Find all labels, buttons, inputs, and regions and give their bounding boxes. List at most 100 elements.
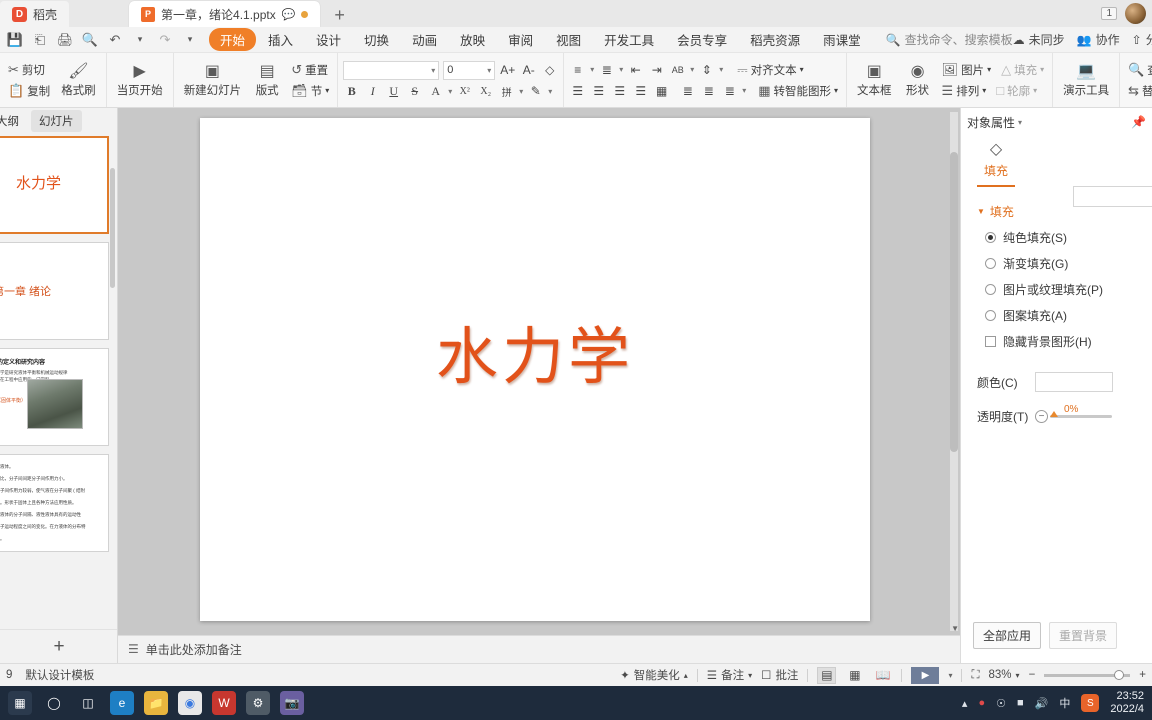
- comment-icon[interactable]: 💬: [282, 8, 296, 21]
- numbering-style-icon[interactable]: ≣: [721, 82, 738, 99]
- canvas-scroll-down-icon[interactable]: ▼: [951, 624, 959, 633]
- option-solid-fill[interactable]: 纯色填充(S): [985, 229, 1152, 246]
- shrink-font-button[interactable]: A-: [520, 62, 537, 79]
- list-level-up-icon[interactable]: ≣: [679, 82, 696, 99]
- file-explorer-icon[interactable]: 📁: [144, 691, 168, 715]
- clear-format-icon[interactable]: ◇: [541, 62, 558, 79]
- strikethrough-button[interactable]: S: [406, 83, 423, 100]
- search-icon[interactable]: ◯: [42, 691, 66, 715]
- current-slide[interactable]: 水力学: [200, 118, 870, 621]
- zoom-out-button[interactable]: −: [1029, 669, 1036, 681]
- usb-icon[interactable]: ☉: [996, 697, 1006, 710]
- slide-title-text[interactable]: 水力学: [200, 306, 870, 396]
- chevron-down-icon[interactable]: ▾: [690, 65, 694, 74]
- ribbon-tab-review[interactable]: 审阅: [497, 28, 544, 51]
- slide-canvas[interactable]: 水力学 ▲ ▼: [118, 108, 960, 635]
- decrease-transparency-icon[interactable]: −: [1035, 410, 1048, 423]
- decrease-indent-icon[interactable]: ⇤: [627, 61, 644, 78]
- list-level-down-icon[interactable]: ≣: [700, 82, 717, 99]
- fill-preset-box[interactable]: [1073, 186, 1152, 207]
- ribbon-tab-design[interactable]: 设计: [305, 28, 352, 51]
- slide-thumbnail-1[interactable]: 水力学: [0, 136, 109, 234]
- increase-indent-icon[interactable]: ⇥: [648, 61, 665, 78]
- new-tab-button[interactable]: +: [320, 3, 359, 27]
- font-color-button[interactable]: A: [427, 83, 444, 100]
- panel-tab-fill[interactable]: ◇ 填充: [977, 139, 1015, 187]
- ribbon-tab-member[interactable]: 会员专享: [666, 28, 738, 51]
- command-search[interactable]: 🔍 查找命令、搜索模板: [886, 31, 1013, 48]
- transparency-handle[interactable]: [1050, 411, 1058, 417]
- text-direction-button[interactable]: AB: [669, 61, 686, 78]
- volume-icon[interactable]: 🔊: [1035, 697, 1049, 710]
- underline-button[interactable]: U: [385, 83, 402, 100]
- zoom-slider[interactable]: [1044, 669, 1131, 680]
- align-text-button[interactable]: ⎓ 对齐文本 ▾: [734, 61, 806, 79]
- section-button[interactable]: 🗃 节 ▾: [288, 82, 332, 100]
- beautify-button[interactable]: ✦ 智能美化 ▴: [620, 667, 688, 683]
- normal-view-icon[interactable]: ▤: [817, 666, 837, 684]
- taskbar-clock[interactable]: 23:52 2022/4: [1110, 690, 1144, 716]
- picture-button[interactable]: 🖼 图片 ▾: [939, 61, 995, 79]
- task-view-icon[interactable]: ◫: [76, 691, 100, 715]
- bullet-list-icon[interactable]: ≡: [569, 61, 586, 78]
- sync-status[interactable]: ☁ 未同步: [1013, 31, 1065, 48]
- textbox-button[interactable]: ▣ 文本框: [852, 61, 897, 100]
- zoom-slider-handle[interactable]: [1114, 669, 1125, 680]
- new-slide-button[interactable]: ▣ 新建幻灯片: [179, 61, 247, 100]
- slide-thumbnail-3[interactable]: 学的定义和研究内容 水力学是研究液体平衡和机械运动规律及其在工程中应用的一门学科…: [0, 348, 109, 446]
- share-button[interactable]: ⇧ 分享: [1132, 31, 1152, 48]
- bold-button[interactable]: B: [343, 83, 360, 100]
- subscript-button[interactable]: X₂: [477, 83, 494, 100]
- collaborate-button[interactable]: 👥 协作: [1077, 31, 1120, 48]
- distribute-icon[interactable]: ▦: [653, 82, 670, 99]
- ime-indicator[interactable]: 中: [1059, 695, 1070, 711]
- sogou-icon[interactable]: S: [1081, 694, 1100, 712]
- zoom-level[interactable]: 83% ▾: [989, 669, 1020, 681]
- comments-toggle[interactable]: ☐ 批注: [761, 667, 798, 683]
- apply-all-button[interactable]: 全部应用: [973, 622, 1042, 649]
- zoom-in-button[interactable]: +: [1139, 669, 1146, 681]
- checkbox-hide-background-graphics[interactable]: [985, 336, 996, 347]
- tab-daoke[interactable]: D 稻壳: [0, 1, 70, 27]
- ribbon-tab-slideshow[interactable]: 放映: [449, 28, 496, 51]
- settings-icon[interactable]: ⚙: [246, 691, 270, 715]
- print-preview-icon[interactable]: 🔍: [79, 30, 101, 50]
- play-icon[interactable]: ▶: [911, 666, 940, 684]
- ribbon-tab-transition[interactable]: 切换: [353, 28, 400, 51]
- photos-icon[interactable]: 📷: [280, 691, 304, 715]
- ribbon-tab-daoke-resources[interactable]: 稻壳资源: [739, 28, 811, 51]
- slide-thumbnail-4[interactable]: 点是液体。 液相比，分子间间距分子间作用力小。 体分子间作用力较弱，使气液在分子…: [0, 454, 109, 552]
- ribbon-tab-view[interactable]: 视图: [545, 28, 592, 51]
- present-tools-button[interactable]: 💻 演示工具: [1058, 61, 1114, 100]
- redo-icon[interactable]: ↷: [154, 30, 176, 50]
- radio-picture-texture-fill[interactable]: [985, 284, 996, 295]
- align-center-icon[interactable]: ☰: [590, 82, 607, 99]
- chevron-down-icon[interactable]: ▾: [619, 65, 623, 74]
- reset-background-button[interactable]: 重置背景: [1049, 622, 1118, 649]
- cut-button[interactable]: ✂ 剪切: [5, 61, 53, 79]
- battery-icon[interactable]: ■: [1017, 697, 1024, 709]
- undo-icon[interactable]: ↶: [104, 30, 126, 50]
- highlight-icon[interactable]: ✎: [527, 83, 544, 100]
- thumbnail-list[interactable]: 水力学 第一章 绪论 学的定义和研究内容 水力学是研究液体平衡和机械运动规律及其…: [0, 136, 117, 627]
- chevron-down-icon[interactable]: ▾: [590, 65, 594, 74]
- option-picture-texture-fill[interactable]: 图片或纹理填充(P): [985, 281, 1152, 298]
- slide-thumbnail-2[interactable]: 第一章 绪论: [0, 242, 109, 340]
- fit-to-window-icon[interactable]: ⛶: [971, 669, 979, 682]
- save-icon[interactable]: 💾: [4, 30, 26, 50]
- numbered-list-icon[interactable]: ≣: [598, 61, 615, 78]
- format-painter-button[interactable]: 🖌 格式刷: [56, 61, 101, 100]
- copy-button[interactable]: 📋 复制: [5, 82, 53, 100]
- chevron-down-icon[interactable]: ▾: [719, 65, 723, 74]
- radio-solid-fill[interactable]: [985, 232, 996, 243]
- start-from-current-button[interactable]: ▶ 当页开始: [112, 61, 168, 100]
- chevron-down-icon[interactable]: ▾: [519, 87, 523, 96]
- italic-button[interactable]: I: [364, 83, 381, 100]
- ribbon-tab-developer[interactable]: 开发工具: [593, 28, 665, 51]
- ribbon-tab-start[interactable]: 开始: [209, 28, 257, 51]
- slide-sorter-icon[interactable]: ▦: [845, 667, 864, 684]
- chevron-down-icon[interactable]: ▾: [742, 86, 746, 95]
- align-left-icon[interactable]: ☰: [569, 82, 586, 99]
- fill-button[interactable]: △ 填充 ▾: [998, 61, 1047, 79]
- line-spacing-icon[interactable]: ⇕: [698, 61, 715, 78]
